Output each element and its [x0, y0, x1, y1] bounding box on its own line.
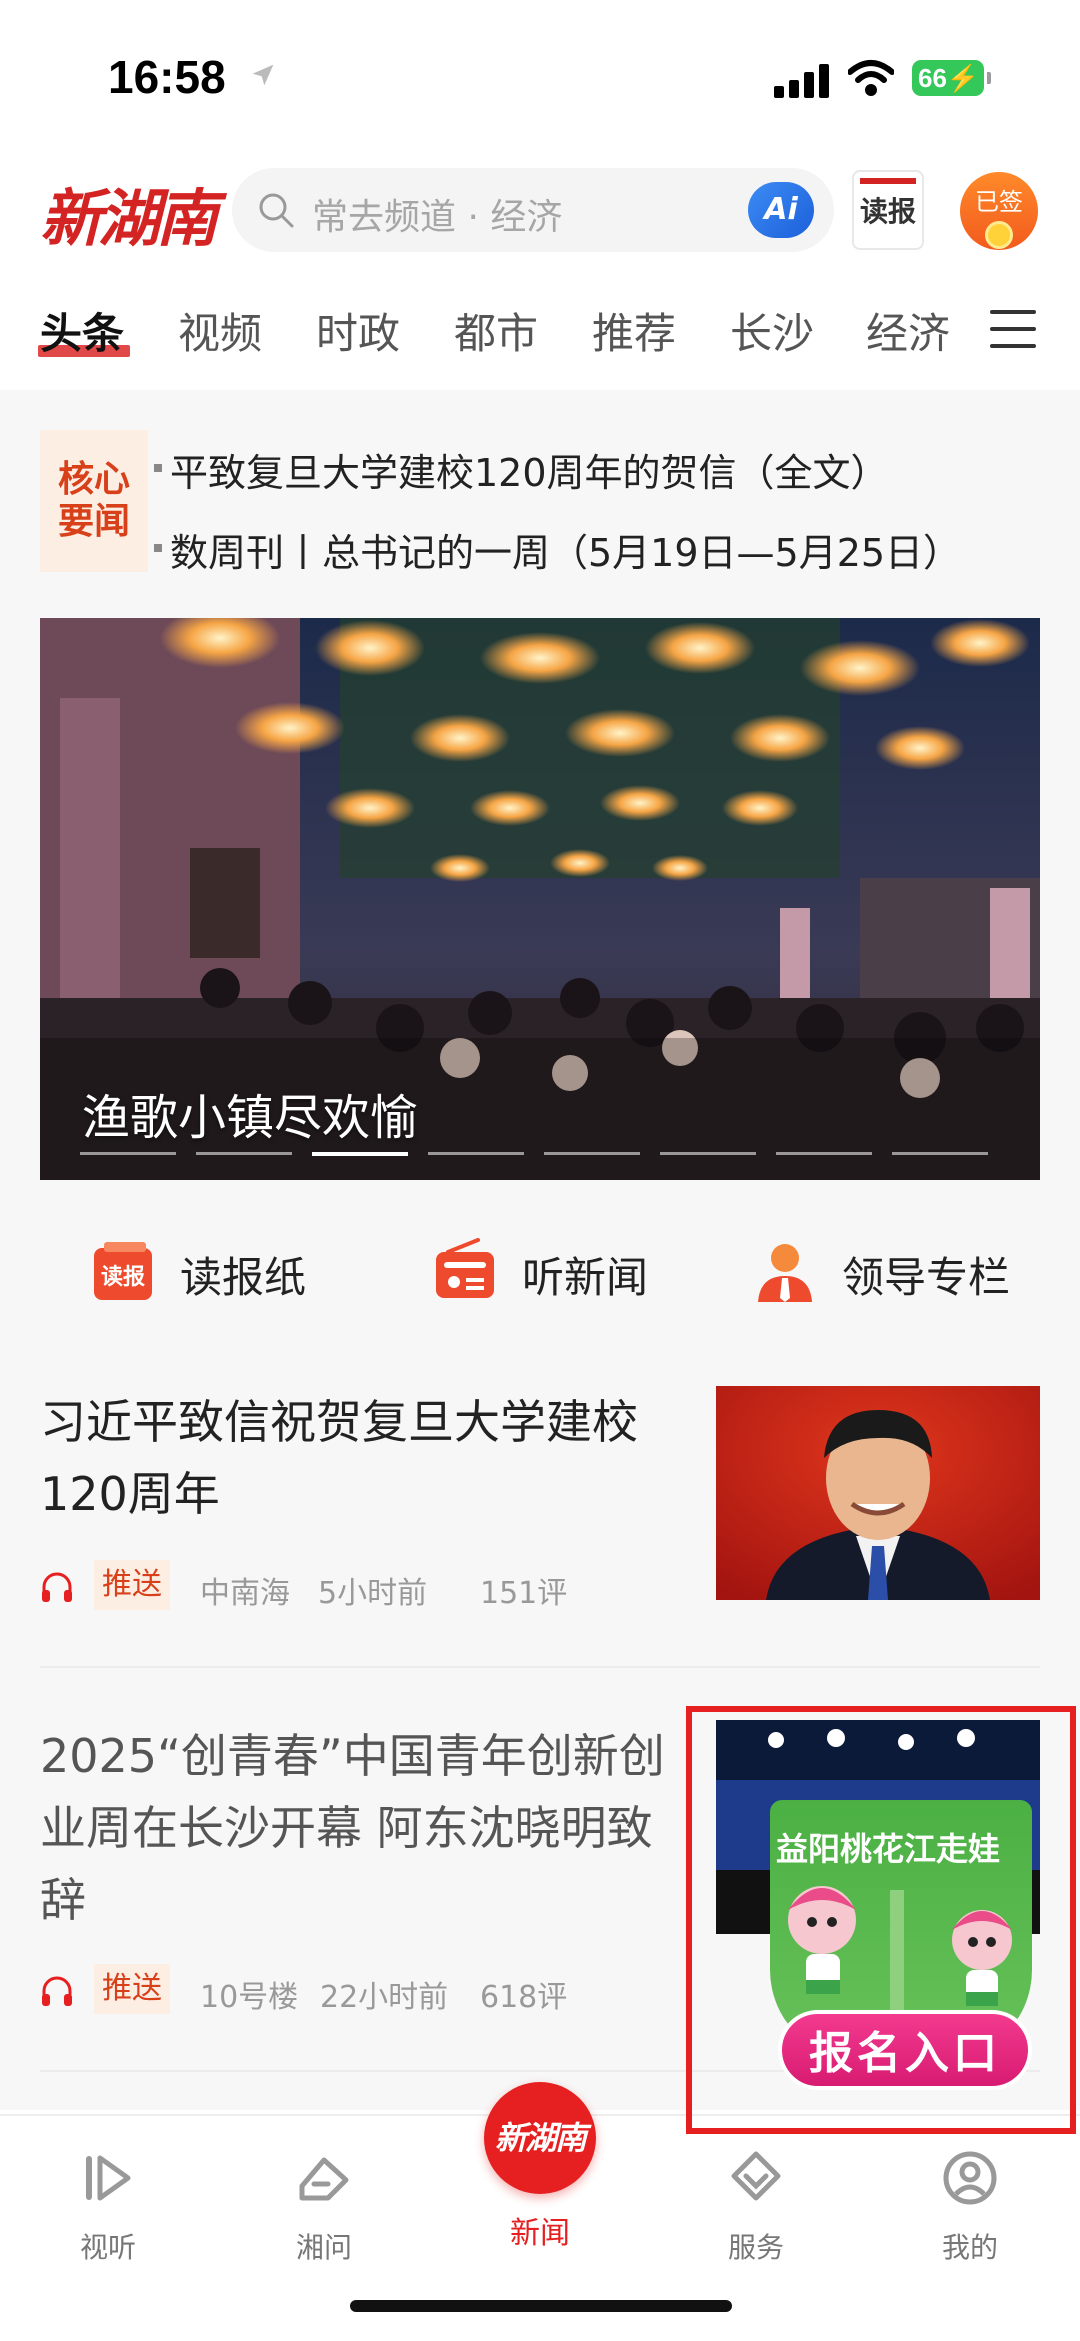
channel-tabs: 头条 视频 时政 都市 推荐 长沙 经济	[0, 290, 1080, 370]
home-indicator[interactable]	[350, 2300, 732, 2312]
news-title: 习近平致信祝贺复旦大学建校120周年	[40, 1395, 638, 1521]
app-logo[interactable]: 新湖南	[40, 168, 218, 258]
user-profile-icon	[943, 2151, 997, 2205]
nav-shiting[interactable]: 视听	[48, 2136, 168, 2266]
key-news-badge-line1: 核心	[57, 458, 130, 500]
battery-indicator: 66⚡	[912, 60, 991, 96]
news-meta: 推送 中南海 5小时前 151评	[40, 1560, 680, 1611]
svg-text:读报: 读报	[101, 1265, 145, 1290]
push-tag: 推送	[94, 1964, 170, 2014]
mascot-illustration	[788, 1886, 1012, 2010]
nav-mine-label: 我的	[941, 2231, 998, 2264]
headphones-icon[interactable]	[40, 1570, 74, 1604]
quick-read-paper-label: 读报纸	[180, 1253, 307, 1302]
news-comments: 618评	[480, 1980, 568, 2015]
news-comments: 151评	[480, 1576, 568, 1611]
news-divider	[40, 1666, 1040, 1668]
leader-person-icon	[758, 1244, 812, 1302]
promo-signup-button[interactable]: 报名入口	[778, 2010, 1032, 2090]
push-tag: 推送	[94, 1560, 170, 1610]
ai-assistant-button[interactable]: Ai	[748, 182, 814, 238]
key-news-badge: 核心 要闻	[40, 430, 148, 572]
status-bar: 16:58 66⚡	[0, 0, 1080, 150]
status-time: 16:58	[108, 51, 226, 103]
battery-level: 66	[918, 63, 947, 93]
location-arrow-icon	[252, 64, 274, 86]
radio-icon	[436, 1238, 494, 1298]
news-source: 10号楼	[200, 1980, 299, 2015]
quick-leader-column-label: 领导专栏	[842, 1253, 1011, 1302]
tab-toutiao[interactable]: 头条	[37, 300, 131, 361]
read-paper-button[interactable]: 读报	[852, 170, 924, 250]
search-placeholder: 常去频道 · 经济	[312, 197, 563, 238]
promo-floating-ad[interactable]: 益阳桃花江走娃 报名入口	[762, 1800, 1042, 2090]
nav-xiangwen-label: 湘问	[295, 2231, 352, 2264]
banner-carousel[interactable]: 渔歌小镇尽欢愉	[40, 618, 1040, 1180]
news-age: 5小时前	[318, 1576, 428, 1611]
tab-changsha[interactable]: 长沙	[730, 300, 814, 361]
channel-menu-icon[interactable]	[990, 310, 1036, 350]
quick-read-paper[interactable]: 读报 读报纸	[90, 1232, 330, 1308]
quick-leader-column[interactable]: 领导专栏	[752, 1232, 1040, 1308]
quick-entries: 读报 读报纸 听新闻 领导专栏	[40, 1222, 1040, 1318]
news-age: 22小时前	[320, 1980, 449, 2015]
tab-city[interactable]: 都市	[454, 300, 538, 361]
headphones-icon[interactable]	[40, 1974, 74, 2008]
signin-button[interactable]: 已签	[960, 172, 1038, 250]
coin-icon	[985, 221, 1013, 249]
news-title: 2025“创青春”中国青年创新创业周在长沙开幕 阿东沈晓明致辞	[40, 1729, 665, 1927]
signin-label: 已签	[975, 188, 1023, 216]
nav-service[interactable]: 服务	[696, 2136, 816, 2266]
promo-title: 益阳桃花江走娃	[776, 1830, 1001, 1868]
quick-listen-news[interactable]: 听新闻	[432, 1232, 672, 1308]
nav-shiting-label: 视听	[79, 2231, 136, 2264]
search-bar[interactable]: 常去频道 · 经济 Ai	[232, 168, 834, 252]
quick-listen-news-label: 听新闻	[522, 1253, 649, 1302]
tab-video[interactable]: 视频	[178, 300, 262, 361]
pen-edit-icon	[299, 2157, 349, 2201]
key-news-section: 核心 要闻 平致复旦大学建校120周年的贺信（全文） 数周刊丨总书记的一周（5月…	[40, 430, 1040, 580]
nav-news-logo[interactable]: 新湖南	[484, 2082, 596, 2194]
news-thumbnail	[716, 1386, 1040, 1600]
service-diamond-icon	[731, 2151, 781, 2201]
search-icon	[259, 193, 294, 228]
newspaper-icon: 读报	[94, 1242, 152, 1300]
play-video-icon	[86, 2155, 131, 2201]
tab-economy[interactable]: 经济	[866, 300, 950, 361]
cellular-signal-icon	[774, 62, 830, 98]
news-item[interactable]: 习近平致信祝贺复旦大学建校120周年 推送 中南海 5小时前 151评	[40, 1386, 1040, 1611]
news-meta: 推送 10号楼 22小时前 618评	[40, 1964, 680, 2015]
banner-title: 渔歌小镇尽欢愉	[82, 1090, 419, 1146]
banner-pagination[interactable]	[80, 1152, 1000, 1158]
news-source: 中南海	[200, 1576, 290, 1611]
nav-service-label: 服务	[727, 2231, 784, 2264]
tab-recommend[interactable]: 推荐	[592, 300, 676, 361]
key-news-item[interactable]: 数周刊丨总书记的一周（5月19日—5月25日）	[153, 522, 961, 577]
tab-politics[interactable]: 时政	[316, 300, 400, 361]
key-news-item[interactable]: 平致复旦大学建校120周年的贺信（全文）	[154, 442, 889, 497]
nav-xiangwen[interactable]: 湘问	[264, 2136, 384, 2266]
portrait-photo	[716, 1386, 1040, 1600]
key-news-badge-line2: 要闻	[57, 500, 130, 542]
app-header: 新湖南 常去频道 · 经济 Ai 读报 已签	[0, 160, 1080, 260]
wifi-icon	[848, 60, 894, 96]
nav-news-label[interactable]: 新闻	[480, 2208, 600, 2252]
nav-mine[interactable]: 我的	[910, 2136, 1030, 2266]
